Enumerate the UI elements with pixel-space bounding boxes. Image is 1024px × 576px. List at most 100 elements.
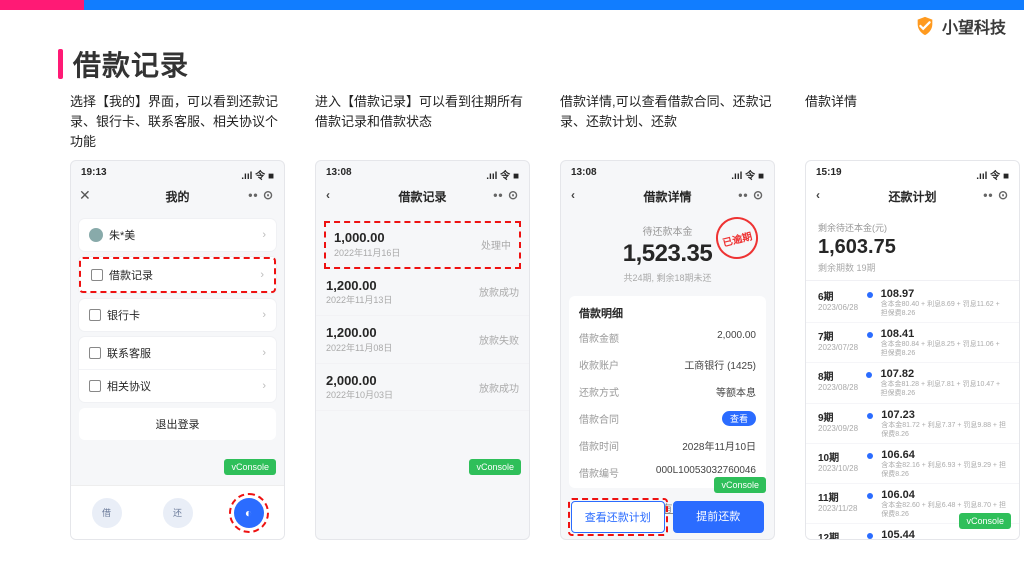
plan-summary: 剩余待还本金(元) 1,603.75 剩余期数 19期	[806, 213, 1019, 281]
back-icon[interactable]: ‹	[816, 188, 820, 202]
more-icon[interactable]: •• ⊙	[248, 188, 274, 202]
avatar	[89, 228, 103, 242]
plan-label: 剩余待还本金(元)	[818, 221, 1007, 234]
menu-label: 银行卡	[107, 307, 140, 323]
loan-status: 放款失败	[479, 332, 519, 347]
due-date: 2023/09/28	[818, 424, 859, 433]
due-date: 2023/06/28	[818, 303, 859, 312]
due-date: 2023/11/28	[818, 504, 859, 513]
user-name: 朱*美	[109, 227, 135, 243]
breakdown: 含本金80.84 + 利息8.25 + 罚息11.06 + 担保费8.26	[881, 340, 1007, 358]
more-icon[interactable]: •• ⊙	[493, 188, 519, 202]
detail-value: 工商银行 (1425)	[684, 357, 756, 372]
loan-status: 处理中	[481, 237, 511, 252]
detail-row: 借款时间2028年11月10日	[569, 432, 766, 459]
view-contract-pill[interactable]: 查看	[722, 411, 756, 426]
more-icon[interactable]: •• ⊙	[983, 188, 1009, 202]
status-time: 13:08	[571, 167, 597, 182]
plan-item[interactable]: 9期2023/09/28107.23含本金81.72 + 利息7.37 + 罚息…	[806, 404, 1019, 444]
vconsole-badge[interactable]: vConsole	[714, 477, 766, 493]
period: 11期	[818, 489, 859, 504]
breakdown: 含本金81.28 + 利息7.81 + 罚息10.47 + 担保费8.26	[880, 380, 1007, 398]
detail-row: 还款方式等额本息	[569, 378, 766, 405]
shield-icon	[914, 15, 936, 37]
detail-value: 2028年11月10日	[682, 438, 756, 453]
period-amount: 108.97	[881, 288, 1007, 300]
hero-sub: 共24期, 剩余18期未还	[561, 271, 774, 284]
status-signal: .ııl 令 ■	[731, 167, 764, 182]
card-icon	[89, 309, 101, 321]
period-amount: 108.41	[881, 328, 1007, 340]
plan-item[interactable]: 6期2023/06/28108.97含本金80.40 + 利息8.69 + 罚息…	[806, 283, 1019, 323]
period-amount: 106.64	[881, 449, 1007, 461]
timeline-dot-icon	[867, 533, 873, 539]
detail-row: 借款金额 2,000.00	[569, 324, 766, 351]
menu-item[interactable]: 联系客服›	[79, 337, 276, 370]
menu-label: 联系客服	[107, 345, 151, 361]
chevron-right-icon[interactable]: ›	[262, 229, 266, 241]
col2-desc: 进入【借款记录】可以看到往期所有借款记录和借款状态	[315, 92, 530, 154]
due-date: 2023/07/28	[818, 343, 859, 352]
plan-item[interactable]: 10期2023/10/28106.64含本金82.16 + 利息6.93 + 罚…	[806, 444, 1019, 484]
nav-borrow[interactable]: 借	[92, 498, 122, 528]
detail-key: 收款账户	[579, 357, 619, 372]
detail-key: 还款方式	[579, 384, 619, 399]
screen-title: 借款记录	[398, 190, 446, 204]
timeline-dot-icon	[866, 372, 872, 378]
vconsole-badge[interactable]: vConsole	[469, 459, 521, 475]
menu-item[interactable]: 银行卡›	[79, 299, 276, 331]
detail-key: 借款合同	[579, 411, 619, 426]
menu-item[interactable]: 相关协议 ›	[79, 370, 276, 402]
period-amount: 105.44	[881, 529, 1007, 539]
view-plan-button[interactable]: 查看还款计划	[571, 501, 665, 533]
nav-mine[interactable]: ◐	[234, 498, 264, 528]
loan-amount: 2,000.00	[326, 373, 393, 389]
loan-row[interactable]: 1,000.002022年11月16日 处理中	[324, 221, 521, 269]
period-amount: 107.82	[880, 368, 1007, 380]
breakdown: 含本金82.16 + 利息6.93 + 罚息9.29 + 担保费8.26	[881, 461, 1007, 479]
loan-row[interactable]: 1,200.002022年11月13日放款成功	[316, 269, 529, 317]
loan-date: 2022年10月03日	[326, 388, 393, 401]
accent-bar	[58, 49, 63, 79]
top-accent-bar	[0, 0, 1024, 10]
timeline-dot-icon	[867, 292, 873, 298]
hero-amount-block: 待还款本金 1,523.35 共24期, 剩余18期未还 已逾期	[561, 213, 774, 290]
chevron-right-icon: ›	[260, 269, 264, 281]
list-icon	[91, 269, 103, 281]
screen-title: 还款计划	[888, 190, 936, 204]
plan-item[interactable]: 8期2023/08/28 107.82含本金81.28 + 利息7.81 + 罚息…	[806, 363, 1019, 403]
loan-row[interactable]: 2,000.002022年10月03日放款成功	[316, 364, 529, 412]
more-icon[interactable]: •• ⊙	[738, 188, 764, 202]
doc-icon	[89, 380, 101, 392]
period: 8期	[818, 368, 858, 383]
vconsole-badge[interactable]: vConsole	[959, 513, 1011, 529]
screen-loan-list: 13:08.ııl 令 ■ ‹借款记录•• ⊙ 1,000.002022年11月…	[315, 160, 530, 540]
col1-desc: 选择【我的】界面，可以看到还款记录、银行卡、联系客服、相关协议个功能	[70, 92, 285, 154]
due-date: 2023/08/28	[818, 383, 858, 392]
prepay-button[interactable]: 提前还款	[673, 501, 765, 533]
detail-value: 2,000.00	[717, 330, 756, 345]
headset-icon	[89, 347, 101, 359]
vconsole-badge[interactable]: vConsole	[224, 459, 276, 475]
status-time: 19:13	[81, 167, 107, 182]
back-icon[interactable]: ‹	[326, 188, 330, 202]
loan-date: 2022年11月16日	[334, 246, 400, 259]
loan-date: 2022年11月08日	[326, 341, 392, 354]
loan-row[interactable]: 1,200.002022年11月08日放款失败	[316, 316, 529, 364]
plan-item[interactable]: 7期2023/07/28108.41含本金80.84 + 利息8.25 + 罚息…	[806, 323, 1019, 363]
detail-key: 借款金额	[579, 330, 619, 345]
period: 9期	[818, 409, 859, 424]
menu-item[interactable]: 借款记录›	[81, 259, 274, 291]
status-signal: .ııl 令 ■	[976, 167, 1009, 182]
loan-status: 放款成功	[479, 284, 519, 299]
loan-amount: 1,000.00	[334, 230, 400, 246]
chevron-right-icon: ›	[262, 380, 266, 392]
back-icon[interactable]: ‹	[571, 188, 575, 202]
menu-label: 相关协议	[107, 378, 151, 394]
timeline-dot-icon	[867, 413, 873, 419]
nav-repay[interactable]: 还	[163, 498, 193, 528]
period-amount: 107.23	[881, 409, 1007, 421]
status-time: 15:19	[816, 167, 842, 182]
logout-button[interactable]: 退出登录	[79, 408, 276, 440]
plan-list: 6期2023/06/28108.97含本金80.40 + 利息8.69 + 罚息…	[806, 283, 1019, 539]
